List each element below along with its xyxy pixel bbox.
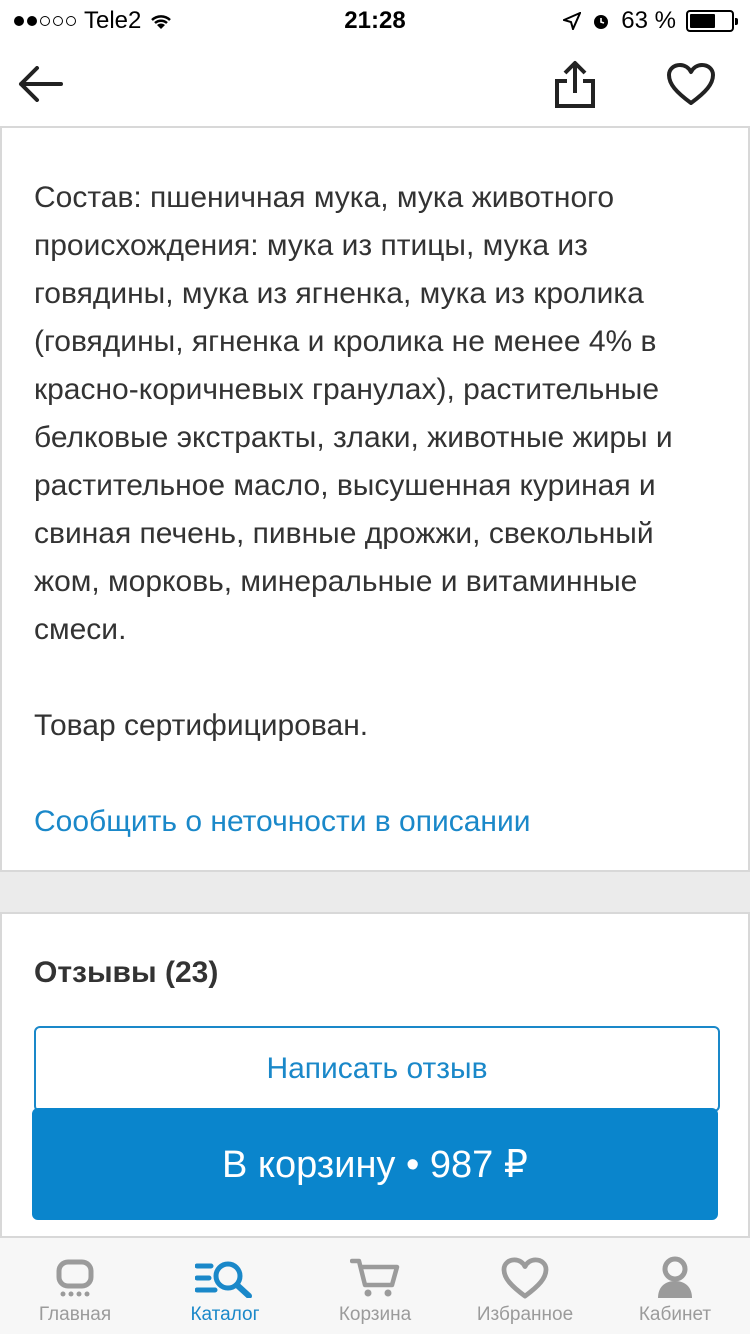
catalog-search-icon [195,1261,252,1298]
user-icon [658,1256,692,1298]
tab-account[interactable]: Кабинет [600,1238,750,1334]
location-arrow-icon [563,12,582,30]
reviews-title: Отзывы (23) [34,956,219,989]
tab-bar: Главная Каталог Корзина Избранное Кабине… [0,1236,750,1334]
battery-percent: 63 % [621,7,676,34]
tab-favorites-label: Избранное [476,1304,574,1325]
tab-cart[interactable]: Корзина [300,1238,450,1334]
status-bar: Tele2 21:28 63 % [0,0,750,40]
tab-home-label: Главная [38,1304,112,1325]
status-right: 63 % [563,7,738,35]
share-button[interactable] [540,40,610,128]
description-card: Состав: пшеничная мука, мука животного п… [0,128,750,872]
report-inaccuracy-link[interactable]: Сообщить о неточности в описании [34,798,531,846]
heart-icon [501,1257,549,1299]
arrow-left-icon [19,66,63,102]
back-button[interactable] [10,40,70,128]
favorite-button[interactable] [656,40,726,128]
home-icon [56,1259,94,1297]
alarm-icon [594,15,609,29]
write-review-button[interactable]: Написать отзыв [34,1026,720,1112]
composition-text: Состав: пшеничная мука, мука животного п… [34,181,673,646]
tab-account-label: Кабинет [638,1304,712,1325]
share-icon [555,61,595,108]
cart-icon [350,1258,400,1297]
certified-text: Товар сертифицирован. [34,709,369,742]
navigation-bar [0,40,750,128]
add-to-cart-button[interactable]: В корзину • 987 ₽ [32,1108,718,1220]
heart-icon [667,63,715,105]
battery-icon [686,10,738,32]
tab-catalog[interactable]: Каталог [150,1238,300,1334]
tab-favorites[interactable]: Избранное [450,1238,600,1334]
tab-cart-label: Корзина [338,1304,412,1325]
tab-home[interactable]: Главная [0,1238,150,1334]
tab-catalog-label: Каталог [190,1304,260,1325]
